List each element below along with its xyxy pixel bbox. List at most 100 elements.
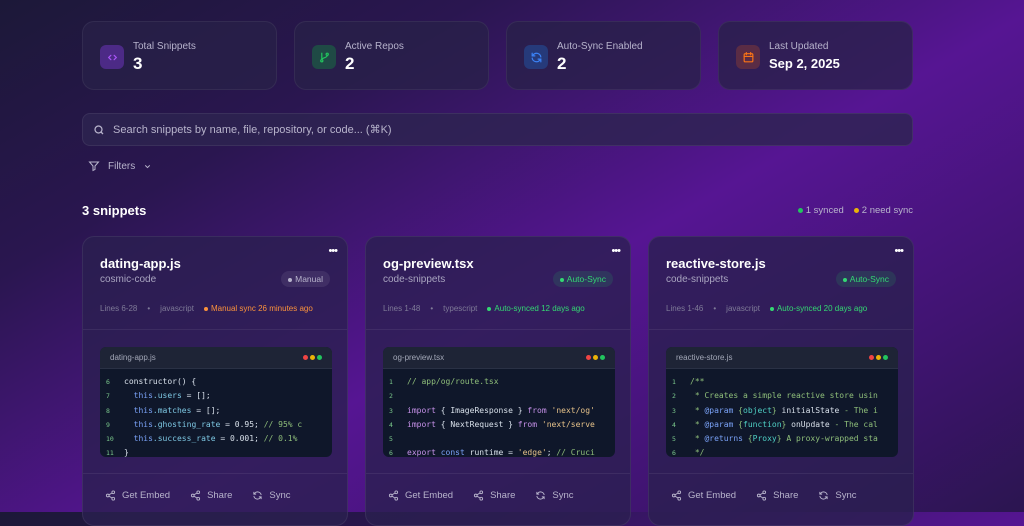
need-sync-label: 2 need sync [861, 205, 913, 216]
code-token: // app/og/route.tsx [407, 377, 499, 386]
code-token: 'next/og' [546, 405, 595, 415]
line-number: 7 [106, 392, 110, 401]
code-token: from [527, 405, 547, 415]
line-range: Lines 6-28 [100, 304, 138, 313]
window-dots-icon [584, 353, 605, 362]
git-branch-icon [312, 45, 336, 69]
line-number: 4 [672, 420, 676, 429]
code-token: } [781, 419, 792, 429]
code-token: - The i [839, 405, 878, 415]
code-token: function [743, 419, 782, 429]
search-bar[interactable] [82, 113, 913, 146]
code-preview: dating-app.js 6 constructor() { 7 this.use… [100, 347, 332, 457]
get-embed-button[interactable]: Get Embed [105, 490, 170, 501]
code-token: import [407, 405, 436, 415]
stat-value: 2 [557, 54, 567, 73]
line-number: 8 [106, 406, 110, 415]
code-token: 'edge' [517, 448, 547, 457]
line-number: 5 [672, 435, 676, 444]
code-token: constructor() { [124, 377, 197, 386]
code-token: this [133, 391, 153, 401]
code-token: * [690, 419, 705, 429]
badge-label: Auto-Sync [849, 274, 889, 284]
get-embed-button[interactable]: Get Embed [388, 490, 453, 501]
snippet-count: 3 snippets [82, 203, 147, 218]
code-filename: dating-app.js [110, 353, 156, 362]
share-icon [473, 490, 484, 501]
window-dots-icon [301, 353, 322, 362]
code-token: */ [690, 448, 705, 457]
code-token: .matches [152, 405, 192, 415]
share-icon [105, 490, 116, 501]
snippet-meta: Lines 1-46 • javascript Auto-synced 20 days… [666, 304, 868, 313]
code-token: .success_rate [152, 434, 216, 444]
line-number: 10 [106, 435, 114, 444]
more-options-icon[interactable]: ••• [328, 245, 338, 257]
line-number: 11 [106, 449, 114, 457]
search-icon [94, 124, 104, 134]
filters-label: Filters [108, 160, 136, 172]
chevron-down-icon [145, 164, 151, 168]
code-token: .users [152, 391, 182, 401]
sync-button[interactable]: Sync [818, 490, 857, 501]
sync-mode-badge: Manual [281, 271, 330, 287]
get-embed-button[interactable]: Get Embed [671, 490, 736, 501]
code-token: } [771, 405, 782, 415]
line-number: 5 [389, 435, 393, 444]
language: javascript [160, 304, 194, 313]
line-number: 6 [389, 449, 393, 457]
sync-status: Manual sync 26 minutes ago [203, 304, 313, 313]
code-token: = []; [181, 391, 211, 401]
snippet-card[interactable]: ••• dating-app.js cosmic-code Manual Lin… [82, 236, 348, 526]
code-token: .ghosting_rate [152, 419, 221, 429]
code-icon [100, 45, 124, 69]
code-token: { ImageResponse } [435, 405, 528, 415]
code-preview: og-preview.tsx 1 // app/og/route.tsx 2 3 im… [383, 347, 615, 457]
code-token: this [133, 434, 153, 444]
snippet-card[interactable]: ••• og-preview.tsx code-snippets Auto-Sy… [365, 236, 631, 526]
divider [83, 329, 347, 330]
filters-toggle[interactable]: Filters [88, 160, 152, 172]
code-token: @param [704, 419, 734, 429]
snippet-card[interactable]: ••• reactive-store.js code-snippets Auto… [648, 236, 914, 526]
snippet-title[interactable]: dating-app.js [100, 256, 181, 271]
snippet-title[interactable]: reactive-store.js [666, 256, 766, 271]
more-options-icon[interactable]: ••• [894, 245, 904, 257]
stat-card: Auto-Sync Enabled 2 [506, 21, 701, 90]
snippet-title[interactable]: og-preview.tsx [383, 256, 474, 271]
code-token: { [733, 419, 743, 429]
code-token: import [407, 419, 436, 429]
share-button[interactable]: Share [756, 490, 798, 501]
divider [366, 473, 630, 474]
sync-button[interactable]: Sync [535, 490, 574, 501]
stat-label: Total Snippets [133, 41, 196, 52]
search-input[interactable] [113, 123, 813, 136]
code-token: const [435, 448, 465, 457]
share-button[interactable]: Share [190, 490, 232, 501]
code-token: runtime = [464, 448, 518, 457]
sync-button[interactable]: Sync [252, 490, 291, 501]
more-options-icon[interactable]: ••• [611, 245, 621, 257]
stat-value: 2 [345, 54, 355, 73]
stat-label: Active Repos [345, 41, 404, 52]
divider [649, 329, 913, 330]
code-token: 'next/serve [537, 419, 595, 429]
share-icon [671, 490, 682, 501]
stat-label: Last Updated [769, 41, 829, 52]
code-token: ; [546, 448, 557, 457]
snippet-repo: cosmic-code [100, 274, 157, 285]
line-number: 1 [389, 378, 393, 386]
share-button[interactable]: Share [473, 490, 515, 501]
code-token: from [517, 419, 538, 429]
code-token: // 0.1% [263, 434, 298, 444]
stat-value: Sep 2, 2025 [769, 56, 840, 71]
code-filename: og-preview.tsx [393, 353, 445, 362]
code-token: } A proxy-wrapped sta [776, 434, 878, 444]
synced-label: 1 synced [805, 205, 844, 216]
language: javascript [726, 304, 760, 313]
calendar-icon [736, 45, 760, 69]
stat-card: Total Snippets 3 [82, 21, 277, 90]
code-token: export [407, 448, 436, 457]
